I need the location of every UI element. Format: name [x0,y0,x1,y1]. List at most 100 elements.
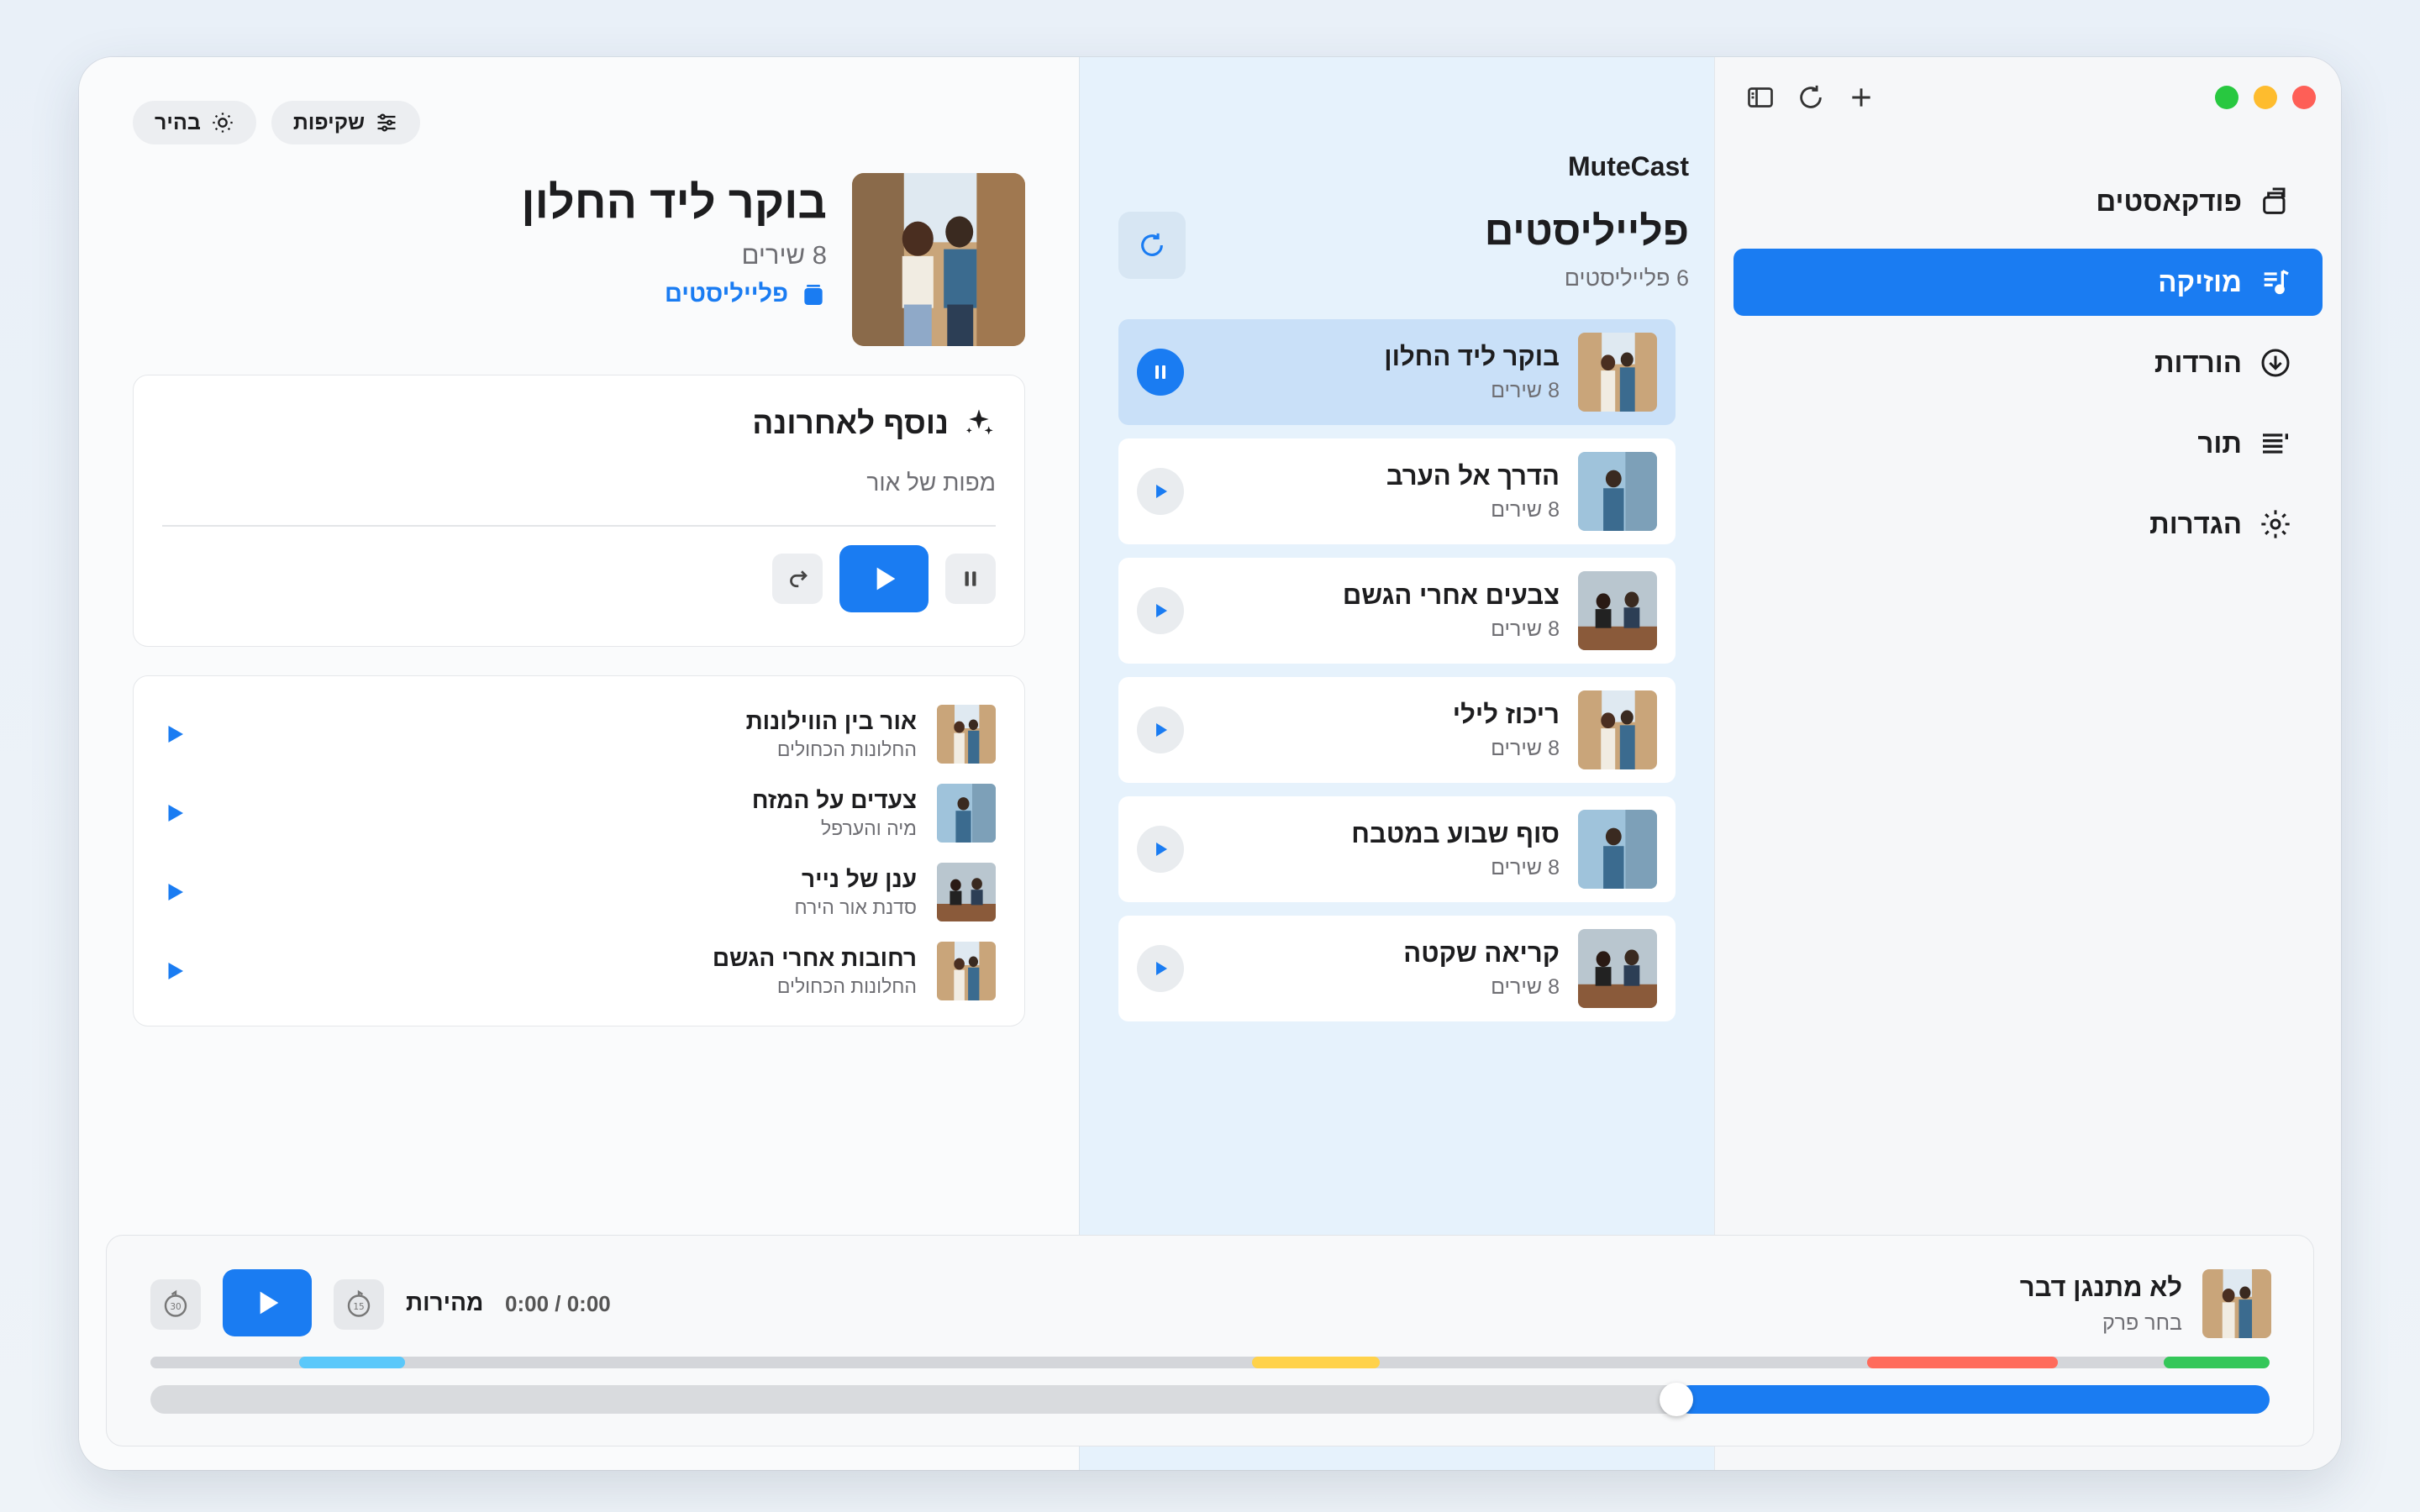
theme-toggle-button[interactable]: בהיר [133,101,256,144]
song-row[interactable]: אור בין הווילונות החלונות הכחולים [162,703,996,765]
playlist-card[interactable]: בוקר ליד החלון 8 שירים [1118,319,1676,425]
play-icon [1156,962,1167,975]
playlist-play-button[interactable] [1137,826,1184,873]
song-title: צעדים על המזח [751,786,917,813]
song-artist: החלונות הכחולים [776,974,917,997]
pause-icon [1155,365,1165,379]
skip-forward-seconds: 15 [353,1302,364,1312]
play-icon [1156,604,1167,617]
playlist-card[interactable]: הדרך אל הערב 8 שירים [1118,438,1676,544]
sidebar-item-settings[interactable]: הגדרות [1733,491,2323,558]
chapter-markers-bar[interactable] [150,1357,2270,1368]
recent-repeat-button[interactable] [772,554,823,604]
app-window: בהיר שקיפות בוקר ליד החלון 8 שירים פלייל… [79,57,2341,1470]
playlist-song-count: 8 שירים [1491,617,1560,641]
play-icon [1156,485,1167,498]
song-title: ענן של נייר [801,865,917,892]
song-row[interactable]: רחובות אחרי הגשם החלונות הכחולים [162,940,996,1002]
transparency-label: שקיפות [292,110,366,134]
playlist-thumbnail [1578,810,1657,889]
reload-button[interactable] [1796,82,1826,113]
playlist-play-button[interactable] [1137,468,1184,515]
theme-label: בהיר [155,110,201,134]
playback-speed-button[interactable]: מהירות [406,1289,483,1316]
now-playing-art [2202,1269,2271,1338]
redo-arrow-icon [790,570,808,588]
sidebar-item-downloads[interactable]: הורדות [1733,329,2323,396]
zoom-window-button[interactable] [2215,86,2238,109]
play-icon[interactable] [162,722,187,747]
toggle-sidebar-button[interactable] [1745,82,1776,113]
transparency-button[interactable]: שקיפות [271,101,421,144]
sidebar-item-queue[interactable]: תור [1733,410,2323,477]
playlist-song-count: 8 שירים [1491,736,1560,760]
playback-progress-slider[interactable] [150,1383,2270,1416]
divider [162,525,996,527]
window-controls [2215,86,2316,109]
podcast-icon [2263,187,2286,214]
sun-icon [213,113,233,133]
playlist-thumbnail [1578,690,1657,769]
progress-knob[interactable] [1659,1383,1693,1416]
play-icon[interactable] [162,958,187,984]
queue-list-icon [2263,433,2288,454]
sidebar-item-label: הגדרות [2149,508,2242,539]
playlist-thumbnail [1578,333,1657,412]
play-icon [1156,723,1167,737]
song-row[interactable]: ענן של נייר סדנת אור הירח [162,861,996,923]
refresh-icon [1141,233,1163,256]
sidebar-item-music[interactable]: מוזיקה [1733,249,2323,316]
playlist-play-button[interactable] [1137,706,1184,753]
playlist-song-count: 8 שירים [1491,497,1560,522]
pause-icon [965,571,976,586]
recent-track-name: מפות של אור [866,470,996,496]
now-playing-title: לא מתנגן דבר [2019,1273,2182,1302]
song-thumbnail [937,784,996,843]
playlist-card[interactable]: ריכוז לילי 8 שירים [1118,677,1676,783]
song-thumbnail [937,863,996,921]
sidebar-item-podcasts[interactable]: פודקאסטים [1733,168,2323,235]
sidebar-item-label: פודקאסטים [2096,186,2242,217]
skip-back-30-button[interactable]: 30 [150,1279,201,1330]
playlist-play-button[interactable] [1137,945,1184,992]
sidebar-item-label: הורדות [2154,347,2242,378]
progress-fill [1676,1385,2270,1414]
minimize-window-button[interactable] [2254,86,2277,109]
song-row[interactable]: צעדים על המזח מיה והערפל [162,782,996,844]
play-icon[interactable] [162,801,187,826]
now-playing-subtitle: בחר פרק [2102,1311,2182,1335]
playlist-play-button[interactable] [1137,587,1184,634]
play-icon[interactable] [162,879,187,905]
playlist-pause-button[interactable] [1137,349,1184,396]
add-button[interactable] [1846,82,1876,113]
play-icon [260,1291,279,1315]
refresh-playlists-button[interactable] [1118,212,1186,279]
song-artist: החלונות הכחולים [776,738,917,760]
recent-pause-button[interactable] [945,554,996,604]
close-window-button[interactable] [2292,86,2316,109]
playlist-song-count: 8 שירים [1491,974,1560,999]
song-artist: מיה והערפל [820,816,917,839]
playlist-card[interactable]: קריאה שקטה 8 שירים [1118,916,1676,1021]
playlist-name: בוקר ליד החלון [1384,341,1560,371]
playlist-thumbnail [1578,452,1657,531]
playlist-song-count: 8 שירים [1491,378,1560,402]
playlist-card[interactable]: צבעים אחרי הגשם 8 שירים [1118,558,1676,664]
playlist-song-count: 8 שירים [1491,855,1560,879]
song-thumbnail [937,705,996,764]
sidebar-item-label: מוזיקה [2158,266,2242,297]
playback-time: 0:00 / 0:00 [505,1291,611,1316]
stack-icon [804,284,823,305]
playlist-song-count: 8 שירים [741,240,827,270]
playlist-card[interactable]: סוף שבוע במטבח 8 שירים [1118,796,1676,902]
playlists-title: פלייליסטים [1484,209,1689,254]
chapter-marker [1866,1357,2058,1368]
playlist-name: הדרך אל הערב [1386,460,1560,491]
skip-forward-15-button[interactable]: 15 [334,1279,384,1330]
recent-play-button[interactable] [839,545,929,612]
skip-back-seconds: 30 [170,1302,181,1312]
player-play-button[interactable] [223,1269,312,1336]
playlists-link[interactable]: פלייליסטים [665,281,827,308]
song-title: רחובות אחרי הגשם [712,944,917,971]
playlist-name: סוף שבוע במטבח [1351,818,1560,848]
